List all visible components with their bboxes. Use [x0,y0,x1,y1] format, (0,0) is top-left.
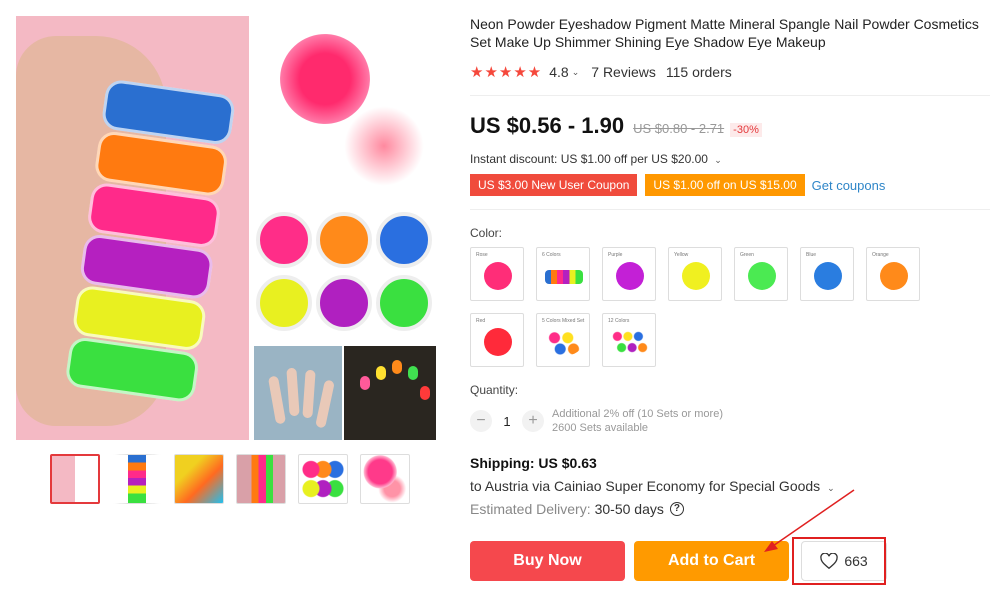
annotation-arrow-icon [764,489,855,552]
color-swatch[interactable]: Yellow [668,247,722,301]
store-coupon[interactable]: US $1.00 off on US $15.00 [645,174,805,196]
powder-jar [256,275,312,331]
powder-jar [376,275,432,331]
quantity-label: Quantity: [470,383,519,397]
swatch-image [616,262,644,290]
color-swatch[interactable]: 5 Colors Mixed Set [536,313,590,367]
swatch-label: 12 Colors [608,318,630,324]
quantity-input[interactable]: 1 [492,414,522,429]
thumbnail-1[interactable] [50,454,100,504]
swatch-image [545,328,583,356]
instant-discount[interactable]: Instant discount: US $1.00 off per US $2… [470,152,722,166]
nails-glow-image [344,346,436,440]
coupon-row: US $3.00 New User Coupon US $1.00 off on… [470,174,885,196]
rating-row: ★★★★★ 4.8 ⌄ 7 Reviews 115 orders [470,63,732,81]
discount-badge: -30% [730,123,762,137]
swatch-label: Rose [476,252,488,258]
delivery-label: Estimated Delivery: [470,501,591,517]
powder-jar [256,212,312,268]
thumbnail-3[interactable] [174,454,224,504]
product-title: Neon Powder Eyeshadow Pigment Matte Mine… [470,16,979,50]
product-collage [254,16,436,440]
chevron-down-icon[interactable]: ⌄ [572,67,580,78]
swatch-label: Blue [806,252,817,258]
delivery-days: 30-50 days [594,501,664,517]
powder-spill-image [344,106,424,186]
divider [470,95,990,96]
powder-jar [316,275,372,331]
swatch-label: 6 Colors [542,252,561,258]
powder-jar [376,212,432,268]
shipping-cost: Shipping: US $0.63 [470,455,597,471]
chevron-down-icon: ⌄ [714,155,722,165]
swatch-label: 5 Colors Mixed Set [542,318,585,324]
rating-value[interactable]: 4.8 [549,64,568,80]
estimated-delivery: Estimated Delivery: 30-50 days ? [470,501,684,517]
powder-grid-image [254,212,436,334]
color-swatch[interactable]: Blue [800,247,854,301]
quantity-decrease-button[interactable]: − [470,410,492,432]
swatch-label: Yellow [674,252,689,258]
swatch-image [814,262,842,290]
swatch-label: Red [476,318,486,324]
swatch-image [609,328,651,356]
thumbnail-2[interactable] [112,454,162,504]
swatch-image [682,262,710,290]
help-icon[interactable]: ? [669,502,684,516]
color-swatch[interactable]: 6 Colors [536,247,590,301]
stock-available: 2600 Sets available [552,422,649,434]
get-coupons-link[interactable]: Get coupons [812,178,886,193]
color-swatch[interactable]: Rose [470,247,524,301]
original-price: US $0.80 - 2.71 [633,121,725,136]
bulk-discount-note: Additional 2% off (10 Sets or more) [552,408,723,420]
reviews-link[interactable]: 7 Reviews [591,64,656,80]
color-swatch[interactable]: Green [734,247,788,301]
quantity-notes: Additional 2% off (10 Sets or more) 2600… [552,407,723,435]
swatch-image [545,270,583,284]
swatch-image [484,262,512,290]
color-swatch[interactable]: Orange [866,247,920,301]
new-user-coupon[interactable]: US $3.00 New User Coupon [470,174,638,196]
thumbnail-4[interactable] [236,454,286,504]
current-price: US $0.56 - 1.90 [470,113,625,138]
product-gallery [16,16,436,440]
instant-discount-text: Instant discount: US $1.00 off per US $2… [470,152,708,166]
swatch-label: Orange [872,252,889,258]
orders-count: 115 orders [665,64,732,80]
swatch-image [748,262,776,290]
swatch-image [484,328,512,356]
nails-daylight-image [254,346,342,440]
quantity-increase-button[interactable]: + [522,410,544,432]
price-row: US $0.56 - 1.90 US $0.80 - 2.71 -30% [470,113,762,139]
swatch-label: Purple [608,252,623,258]
color-swatches: Rose 6 Colors Purple Yellow Green Blue Orange R… [470,247,930,367]
swatch-label: Green [740,252,754,258]
thumbnail-5[interactable] [298,454,348,504]
powder-jar [316,212,372,268]
star-rating-icon: ★★★★★ [470,64,543,81]
color-swatch[interactable]: Red [470,313,524,367]
color-swatch[interactable]: 12 Colors [602,313,656,367]
color-swatch[interactable]: Purple [602,247,656,301]
buy-now-button[interactable]: Buy Now [470,541,625,581]
divider [470,209,990,210]
main-product-image[interactable] [16,16,249,440]
swatch-image [880,262,908,290]
thumbnail-6[interactable] [360,454,410,504]
quantity-stepper: − 1 + Additional 2% off (10 Sets or more… [470,407,723,435]
thumbnail-strip [50,454,410,504]
color-label: Color: [470,226,503,240]
